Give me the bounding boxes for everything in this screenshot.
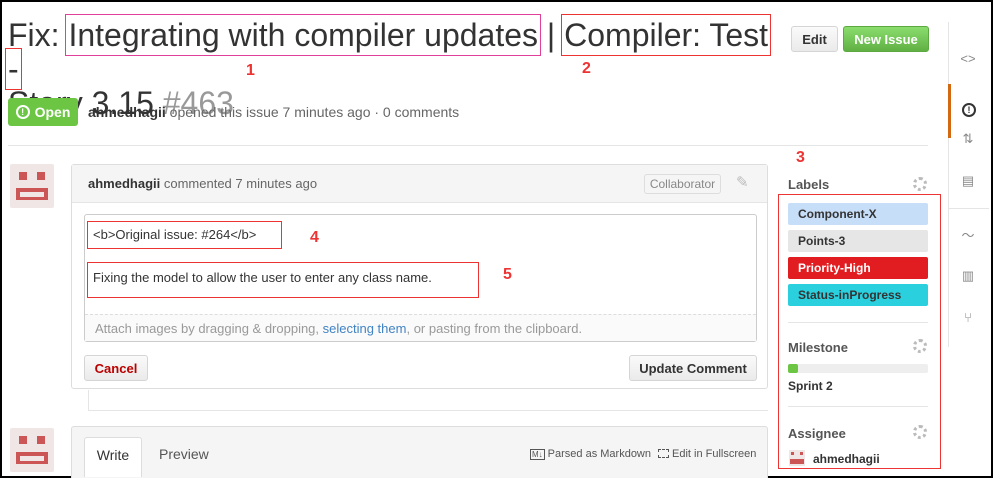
milestone-heading: Milestone xyxy=(788,340,848,355)
avatar[interactable] xyxy=(10,428,54,472)
gear-icon[interactable] xyxy=(913,425,927,439)
status-badge: ! Open xyxy=(8,98,78,126)
markdown-icon: M↓ xyxy=(530,449,545,460)
milestone-name[interactable]: Sprint 2 xyxy=(788,379,833,393)
label-component-x[interactable]: Component-X xyxy=(788,203,928,225)
comment-edit-box: ahmedhagii commented 7 minutes ago Colla… xyxy=(71,164,768,389)
milestone-progress-bar xyxy=(788,364,928,373)
cancel-button[interactable]: Cancel xyxy=(84,355,148,381)
new-comment-composer: Write Preview M↓ Parsed as Markdown Edit … xyxy=(71,426,768,478)
network-icon[interactable]: ⑂ xyxy=(958,309,978,327)
repo-nav-rail: <> ! ⇅ ▤ 〜 ▥ ⑂ xyxy=(948,22,989,347)
annotation-4: 4 xyxy=(310,229,319,246)
markdown-note: M↓ Parsed as Markdown xyxy=(530,448,651,460)
author-link[interactable]: ahmedhagii xyxy=(88,104,166,120)
divider xyxy=(8,145,928,146)
labels-heading: Labels xyxy=(788,177,830,192)
pencil-icon[interactable]: ✎ xyxy=(736,175,752,191)
divider xyxy=(788,406,928,407)
annotation-1: 1 xyxy=(246,62,255,79)
new-issue-button[interactable]: New Issue xyxy=(843,26,929,52)
divider xyxy=(949,208,989,209)
issue-opened-icon: ! xyxy=(15,105,30,119)
annotation-3: 3 xyxy=(796,149,805,166)
label-points-3[interactable]: Points-3 xyxy=(788,230,928,252)
fullscreen-icon xyxy=(658,449,669,458)
issues-icon: ! xyxy=(962,103,976,117)
comment-author[interactable]: ahmedhagii xyxy=(88,176,160,191)
title-highlight-1: Integrating with compiler updates xyxy=(65,14,542,56)
tab-preview[interactable]: Preview xyxy=(159,446,209,462)
label-status-inprogress[interactable]: Status-inProgress xyxy=(788,284,928,306)
gear-icon[interactable] xyxy=(913,177,927,191)
graphs-icon[interactable]: ▥ xyxy=(958,267,978,285)
label-priority-high[interactable]: Priority-High xyxy=(788,257,928,279)
annotation-2: 2 xyxy=(582,60,591,77)
annotation-5: 5 xyxy=(503,266,512,283)
edit-button[interactable]: Edit xyxy=(791,26,838,52)
issue-meta: ahmedhagii opened this issue 7 minutes a… xyxy=(88,104,460,120)
pulse-icon[interactable]: 〜 xyxy=(958,227,978,245)
select-files-link[interactable]: selecting them xyxy=(323,321,407,336)
timeline-line xyxy=(88,390,89,410)
milestone-progress-fill xyxy=(788,364,798,373)
fullscreen-link[interactable]: Edit in Fullscreen xyxy=(658,448,756,460)
assignee-avatar[interactable] xyxy=(789,450,805,466)
divider xyxy=(88,410,768,411)
comment-textarea[interactable]: <b>Original issue: #264</b> Fixing the m… xyxy=(84,214,757,342)
update-comment-button[interactable]: Update Comment xyxy=(629,355,757,381)
divider xyxy=(788,322,928,323)
wiki-icon[interactable]: ▤ xyxy=(958,172,978,190)
assignee-name[interactable]: ahmedhagii xyxy=(813,452,880,466)
textarea-line-1: <b>Original issue: #264</b> xyxy=(87,221,282,249)
comment-header: ahmedhagii commented 7 minutes ago Colla… xyxy=(72,165,767,203)
gear-icon[interactable] xyxy=(913,339,927,353)
avatar[interactable] xyxy=(10,164,54,208)
assignee-heading: Assignee xyxy=(788,426,846,441)
collaborator-badge: Collaborator xyxy=(644,174,721,194)
attach-hint: Attach images by dragging & dropping, se… xyxy=(85,314,756,341)
tab-write[interactable]: Write xyxy=(84,437,142,477)
textarea-line-2: Fixing the model to allow the user to en… xyxy=(87,262,479,298)
comment-meta: ahmedhagii commented 7 minutes ago xyxy=(88,176,318,191)
code-icon[interactable]: <> xyxy=(958,50,978,68)
pull-requests-icon[interactable]: ⇅ xyxy=(958,130,978,148)
